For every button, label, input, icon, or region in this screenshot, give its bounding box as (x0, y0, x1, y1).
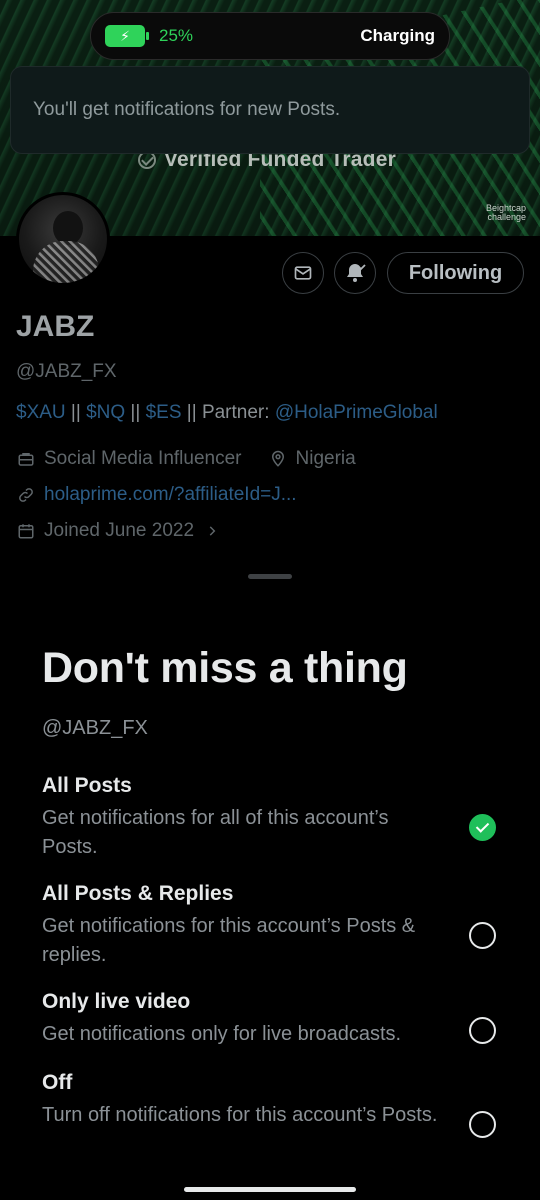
radio-only-live-video[interactable] (469, 1017, 496, 1044)
profile-name: JABZ (16, 310, 95, 343)
toast-message: You'll get notifications for new Posts. (33, 99, 341, 120)
option-description: Get notifications only for live broadcas… (42, 1023, 402, 1045)
option-all-posts[interactable]: All Posts Get notifications for all of t… (42, 774, 512, 862)
profile-meta-category: Social Media Influencer Nigeria (16, 448, 356, 470)
profile-bio: $XAU || $NQ || $ES || Partner: @HolaPrim… (16, 402, 438, 423)
banner-brand: Beightcap challenge (486, 204, 526, 222)
notifications-button[interactable] (334, 252, 376, 294)
sheet-title: Don't miss a thing (42, 644, 408, 692)
bio-mention[interactable]: @HolaPrimeGlobal (275, 402, 438, 423)
bell-check-icon (347, 264, 366, 282)
option-title: All Posts & Replies (42, 882, 234, 905)
following-button[interactable]: Following (387, 252, 524, 294)
option-description: Get notifications for all of this accoun… (42, 807, 389, 858)
radio-all-posts-selected[interactable] (469, 814, 496, 841)
option-title: Only live video (42, 990, 191, 1013)
charging-label: Charging (360, 26, 435, 45)
option-description: Turn off notifications for this account’… (42, 1104, 438, 1126)
profile-category: Social Media Influencer (44, 448, 242, 469)
bio-tag-nq[interactable]: $NQ (86, 402, 125, 423)
calendar-icon (16, 521, 36, 541)
avatar[interactable] (16, 192, 110, 286)
status-bar: ⚡ 25% Charging (90, 12, 450, 60)
sheet-drag-handle[interactable] (248, 574, 292, 579)
chevron-right-icon (202, 521, 222, 541)
bio-tag-es[interactable]: $ES (146, 402, 182, 423)
battery-icon: ⚡ (105, 25, 149, 47)
profile-website[interactable]: holaprime.com/?affiliateId=J... (44, 484, 297, 506)
option-all-posts-replies[interactable]: All Posts & Replies Get notifications fo… (42, 882, 512, 970)
notification-settings-sheet: Don't miss a thing @JABZ_FX All Posts Ge… (0, 562, 540, 1200)
option-off[interactable]: Off Turn off notifications for this acco… (42, 1071, 512, 1130)
sheet-account-handle: @JABZ_FX (42, 717, 148, 739)
location-pin-icon (268, 449, 288, 469)
message-button[interactable] (282, 252, 324, 294)
profile-joined: Joined June 2022 (44, 520, 195, 541)
profile-meta-website[interactable]: holaprime.com/?affiliateId=J... (16, 484, 297, 506)
option-title: Off (42, 1071, 73, 1094)
briefcase-icon (16, 449, 36, 469)
home-indicator[interactable] (184, 1187, 356, 1192)
profile-meta-joined[interactable]: Joined June 2022 (16, 520, 222, 542)
radio-off[interactable] (469, 1111, 496, 1138)
link-icon (16, 485, 36, 505)
profile-location: Nigeria (295, 448, 356, 469)
envelope-icon (294, 266, 312, 280)
radio-all-posts-replies[interactable] (469, 922, 496, 949)
notification-toast: You'll get notifications for new Posts. (10, 66, 530, 154)
battery-percent: 25% (159, 26, 194, 45)
profile-handle: @JABZ_FX (16, 361, 117, 382)
option-description: Get notifications for this account’s Pos… (42, 915, 416, 966)
check-icon (475, 819, 490, 833)
option-title: All Posts (42, 774, 132, 797)
bio-tag-xau[interactable]: $XAU (16, 402, 66, 423)
option-only-live-video[interactable]: Only live video Get notifications only f… (42, 990, 512, 1049)
banner-brand-line2: challenge (487, 212, 526, 222)
